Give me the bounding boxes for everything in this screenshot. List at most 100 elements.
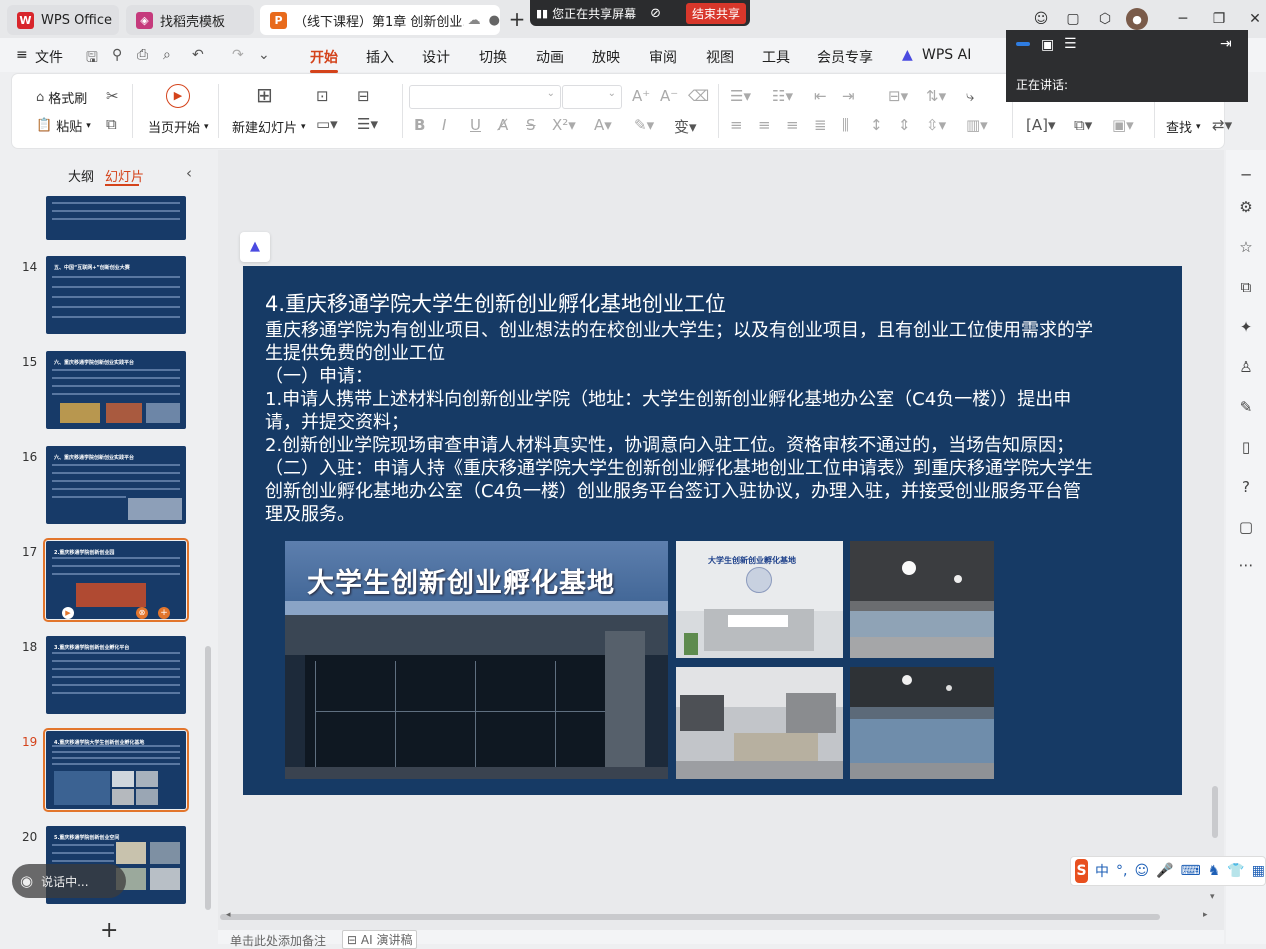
magic-icon[interactable]: ✦: [1237, 318, 1255, 336]
shirt-icon[interactable]: ♙: [1237, 358, 1255, 376]
decrease-indent-icon[interactable]: ⇤: [814, 87, 827, 105]
font-size-select[interactable]: ⌄: [562, 85, 622, 109]
italic-icon[interactable]: I: [442, 116, 446, 134]
shapes-icon[interactable]: ⧉▾: [1074, 116, 1092, 134]
delete-icon[interactable]: ⊗: [136, 607, 148, 619]
menu-view[interactable]: 视图: [706, 47, 734, 67]
arrange-icon[interactable]: ▣▾: [1112, 116, 1134, 134]
notes-placeholder[interactable]: 单击此处添加备注: [230, 932, 326, 949]
photo-incubator-entrance[interactable]: 大学生创新创业孵化基地: [285, 541, 668, 779]
line-spacing-icon[interactable]: ↕: [870, 116, 883, 134]
ai-script-button[interactable]: ⊟ AI 演讲稿: [342, 930, 418, 949]
clear-format-icon[interactable]: ⌫: [688, 87, 709, 105]
section-icon[interactable]: ▭▾: [316, 115, 338, 133]
underline-icon[interactable]: U: [470, 116, 481, 134]
format-painter-button[interactable]: ⌂ 格式刷: [36, 88, 87, 107]
redo-icon[interactable]: ↷: [232, 47, 244, 63]
photo-open-office[interactable]: [850, 667, 994, 779]
slide-thumbnail-current[interactable]: 4.重庆移通学院大学生创新创业孵化基地: [43, 728, 189, 812]
shadow-icon[interactable]: A̸: [498, 116, 508, 134]
list-icon[interactable]: ☰: [1064, 36, 1077, 52]
increase-indent-icon[interactable]: ⇥: [842, 87, 855, 105]
punctuation-icon[interactable]: °,: [1116, 863, 1127, 879]
add-icon[interactable]: +: [158, 607, 170, 619]
scroll-right-icon[interactable]: ▸: [1203, 910, 1208, 920]
menu-home[interactable]: 开始: [310, 47, 338, 73]
photo-reception[interactable]: 大学生创新创业孵化基地: [676, 541, 843, 658]
emoji-icon[interactable]: ☺: [1135, 863, 1150, 879]
speaking-indicator[interactable]: ◉ 说话中...: [12, 864, 126, 898]
tab-current-document[interactable]: P （线下课程）第1章 创新创业… ☁ ●: [260, 5, 500, 35]
scroll-down-icon[interactable]: ▾: [1210, 892, 1215, 902]
increase-font-icon[interactable]: A⁺: [632, 87, 650, 105]
font-family-select[interactable]: ⌄: [409, 85, 561, 109]
collapse-sidebar-icon[interactable]: ─: [1237, 166, 1255, 184]
help-icon[interactable]: ?: [1237, 478, 1255, 496]
tab-docer-templates[interactable]: ◈ 找稻壳模板: [126, 5, 254, 35]
pause-share-icon[interactable]: ⊘: [650, 6, 661, 21]
book-icon[interactable]: ▯: [1237, 438, 1255, 456]
menu-insert[interactable]: 插入: [366, 47, 394, 67]
new-slide-button[interactable]: 新建幻灯片 ▾: [232, 117, 306, 136]
panel-scrollbar[interactable]: [205, 646, 211, 910]
cloud-sync-icon[interactable]: ☺: [1030, 8, 1052, 30]
menu-member[interactable]: 会员专享: [817, 47, 873, 67]
menu-design[interactable]: 设计: [422, 47, 450, 67]
chevron-down-icon[interactable]: ⌄: [258, 47, 270, 63]
text-frame-icon[interactable]: [A]▾: [1026, 116, 1056, 134]
paste-button[interactable]: 📋 粘贴 ▾: [36, 116, 91, 135]
wps-ai-icon[interactable]: ▲: [902, 47, 913, 63]
collapse-panel-icon[interactable]: ‹: [186, 164, 192, 182]
slide-layout-icon[interactable]: ⊡: [316, 87, 329, 105]
paragraph-spacing-icon[interactable]: ⇕: [898, 116, 911, 134]
font-color-icon[interactable]: A▾: [594, 116, 612, 134]
strikethrough-icon[interactable]: S: [526, 116, 536, 134]
share-icon[interactable]: ⚲: [112, 47, 122, 63]
copy-icon[interactable]: ⧉: [106, 115, 117, 133]
window-layout-icon[interactable]: ▢: [1062, 8, 1084, 30]
superscript-icon[interactable]: X²▾: [552, 116, 576, 134]
collapse-panel-icon[interactable]: ⇥: [1220, 36, 1232, 52]
slide-thumbnail[interactable]: 六、重庆移通学院创新创业实践平台: [46, 446, 186, 524]
slide-thumbnail[interactable]: 2.重庆移通学院创新创业园 ▶ ⊗ +: [43, 538, 189, 622]
tab-wps-office[interactable]: W WPS Office: [7, 5, 119, 35]
find-button[interactable]: 查找 ▾: [1166, 117, 1201, 136]
sogou-logo-icon[interactable]: S: [1075, 859, 1089, 883]
slide-thumbnail[interactable]: 五、中国“互联网+”创新创业大赛: [46, 256, 186, 334]
slide-thumbnail[interactable]: [46, 196, 186, 240]
highlight-icon[interactable]: ✎▾: [634, 116, 654, 134]
menu-file[interactable]: 文件: [35, 47, 63, 67]
horizontal-scrollbar[interactable]: [220, 914, 1160, 920]
save-icon[interactable]: 🖫: [86, 47, 98, 71]
print-icon[interactable]: ⎙: [137, 47, 148, 63]
close-icon[interactable]: ✕: [1244, 8, 1266, 30]
menu-review[interactable]: 审阅: [649, 47, 677, 67]
new-tab-button[interactable]: +: [506, 7, 528, 31]
minimize-icon[interactable]: ─: [1172, 8, 1194, 30]
more-icon[interactable]: ⋯: [1237, 556, 1255, 574]
play-current-button[interactable]: 当页开始 ▾: [148, 117, 209, 136]
menu-transition[interactable]: 切换: [479, 47, 507, 67]
ime-language[interactable]: 中: [1095, 861, 1109, 881]
outline-icon[interactable]: ☰▾: [357, 115, 378, 133]
scroll-left-icon[interactable]: ◂: [226, 910, 231, 920]
tab-slides[interactable]: 幻灯片: [105, 166, 144, 185]
menu-wps-ai[interactable]: WPS AI: [922, 47, 971, 63]
tab-outline[interactable]: 大纲: [68, 166, 94, 185]
play-icon[interactable]: ▶: [62, 607, 74, 619]
star-icon[interactable]: ☆: [1237, 238, 1255, 256]
justify-icon[interactable]: ≣: [814, 116, 827, 134]
slide-thumbnail[interactable]: 六、重庆移通学院创新创业实践平台: [46, 351, 186, 429]
copy-style-icon[interactable]: ⧉: [1237, 278, 1255, 296]
photo-office-room[interactable]: [676, 667, 843, 779]
align-left-icon[interactable]: ≡: [730, 116, 743, 134]
distribute-icon[interactable]: ⫼: [842, 116, 849, 134]
avatar[interactable]: ●: [1126, 8, 1148, 30]
microphone-icon[interactable]: 🎤: [1156, 863, 1173, 879]
slide-thumbnail[interactable]: 3.重庆移通学院创新创业孵化平台: [46, 636, 186, 714]
play-current-icon[interactable]: ▶: [166, 84, 190, 108]
line-spacing-select-icon[interactable]: ⇳▾: [926, 116, 946, 134]
decrease-font-icon[interactable]: A⁻: [660, 87, 678, 105]
window-icon[interactable]: ▣: [1041, 37, 1054, 53]
bullet-list-icon[interactable]: ☰▾: [730, 87, 751, 105]
